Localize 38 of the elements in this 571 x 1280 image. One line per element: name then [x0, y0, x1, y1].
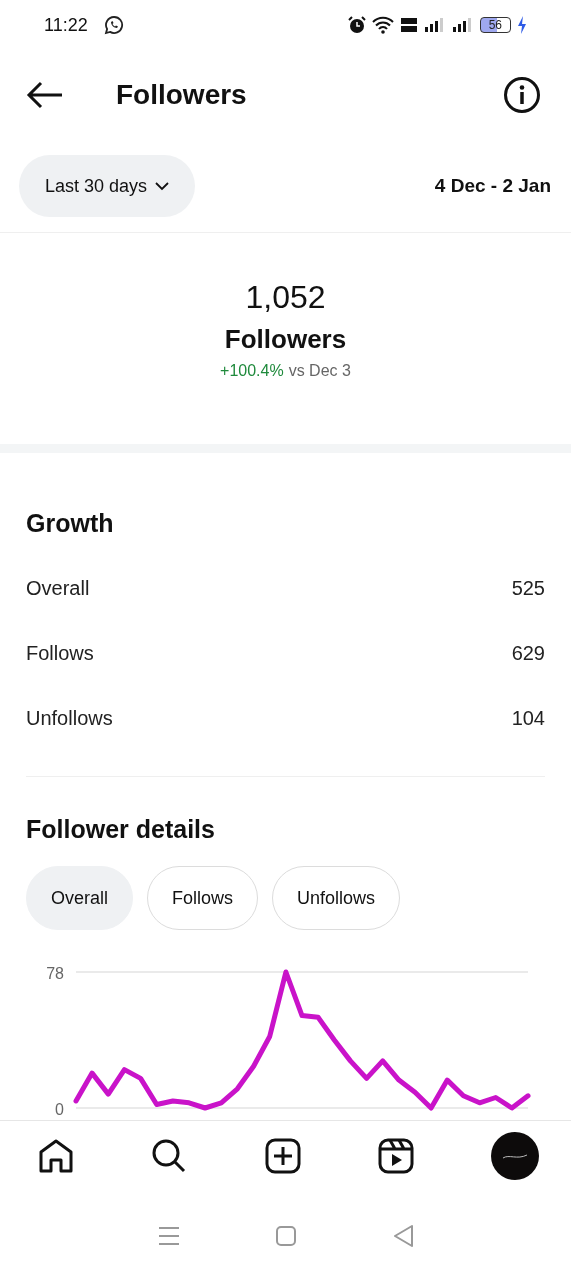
metric-label: Follows [26, 642, 94, 665]
create-icon[interactable] [264, 1138, 301, 1174]
metric-label: Unfollows [26, 707, 113, 730]
metric-value: 104 [511, 707, 545, 730]
status-time: 11:22 [44, 14, 88, 36]
charging-icon [517, 16, 527, 34]
battery-level: 56 [479, 17, 511, 33]
back-icon[interactable] [392, 1224, 413, 1247]
alarm-icon [347, 16, 366, 34]
axis-label: 78 [46, 965, 64, 982]
metric-label: Overall [26, 577, 90, 600]
filter-chip[interactable]: Unfollows [272, 866, 401, 930]
summary-label: Followers [224, 323, 347, 356]
info-icon[interactable] [503, 76, 541, 114]
date-range-dropdown[interactable]: Last 30 days [19, 155, 196, 217]
chevron-down-icon [155, 181, 170, 191]
follower-count: 1,052 [245, 278, 326, 317]
section-title: Follower details [26, 815, 216, 844]
axis-label: 0 [55, 1101, 64, 1118]
chat-icon [103, 15, 124, 35]
back-arrow-icon[interactable] [26, 81, 64, 109]
menu-icon[interactable] [158, 1225, 181, 1246]
signal-icon [423, 17, 446, 33]
wifi-icon [371, 16, 394, 34]
section-title: Growth [26, 509, 115, 538]
metric-value: 629 [511, 642, 545, 665]
search-icon[interactable] [151, 1138, 188, 1174]
page-title: Followers [116, 79, 247, 111]
metric-value: 525 [511, 577, 545, 600]
date-range: 4 Dec - 2 Jan [434, 175, 551, 197]
home-icon[interactable] [38, 1138, 74, 1174]
signal-icon [451, 17, 474, 33]
home-button-icon[interactable] [276, 1225, 297, 1246]
change-percent: +100.4% [220, 362, 284, 380]
reels-icon[interactable] [377, 1138, 414, 1174]
comparison-text: vs Dec 3 [288, 362, 351, 380]
filter-chip[interactable]: Follows [147, 866, 259, 930]
filter-chip[interactable]: Overall [26, 866, 133, 930]
